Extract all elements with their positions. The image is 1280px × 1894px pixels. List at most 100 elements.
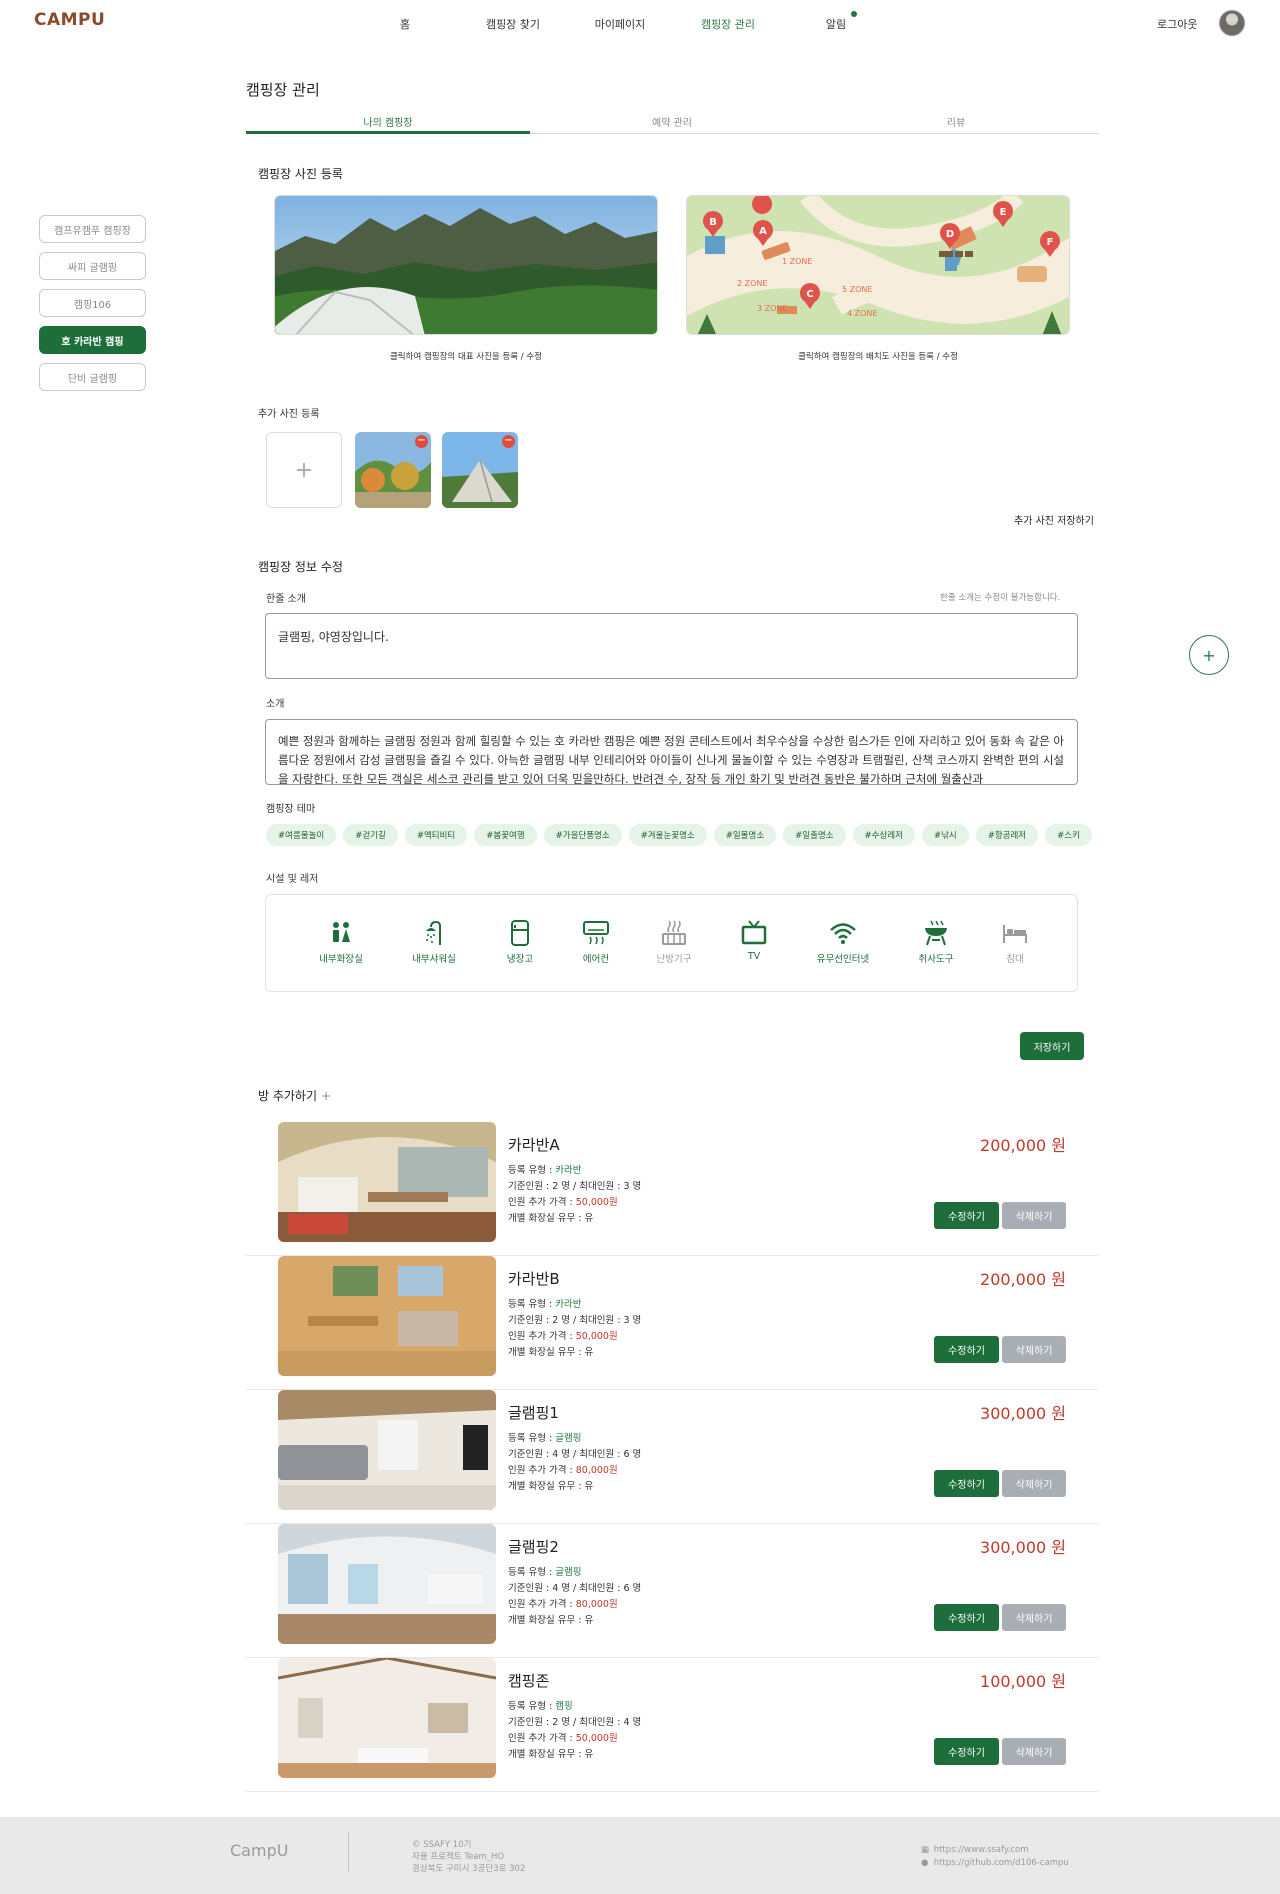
facility-shower[interactable]: 내부샤워실 [394,919,474,965]
facility-aircon[interactable]: 에어컨 [556,919,636,965]
room-photo[interactable] [278,1658,496,1778]
save-info-button[interactable]: 저장하기 [1020,1032,1084,1060]
facility-fridge[interactable]: 냉장고 [480,919,560,965]
room-extra-price-line: 인원 추가 가격 : 50,000원 [508,1331,618,1342]
room-extra-price-line: 인원 추가 가격 : 80,000원 [508,1599,618,1610]
room-capacity-line: 기준인원 : 4 명 / 최대인원 : 6 명 [508,1583,642,1594]
nav-notifications[interactable]: 알림 [826,16,846,32]
oneline-intro-field[interactable]: 글램핑, 야영장입니다. [265,613,1078,679]
nav-camping-manage[interactable]: 캠핑장 관리 [701,16,755,32]
theme-tag[interactable]: #겨울눈꽃명소 [628,824,707,846]
theme-tag[interactable]: #일몰명소 [713,824,777,846]
remove-photo-2-button[interactable]: − [502,435,515,448]
nav-mypage[interactable]: 마이페이지 [595,16,646,32]
theme-tag[interactable]: #걷기길 [343,824,398,846]
facility-tv[interactable]: TV [714,919,794,962]
footer-address: 경상북도 구미시 3공단3로 302 [412,1864,526,1874]
add-room-button[interactable]: 방 추가하기 + [258,1087,331,1104]
theme-tag[interactable]: #액티비티 [404,824,468,846]
room-toilet-line: 개별 화장실 유무 : 유 [508,1347,594,1358]
delete-room-button[interactable]: 삭제하기 [1002,1738,1066,1765]
nav-find-camping[interactable]: 캠핑장 찾기 [486,16,540,32]
caravan-interior-photo [278,1256,496,1376]
facility-heater[interactable]: 난방기구 [634,919,714,965]
map-pin-e: E [1000,207,1007,218]
footer-team: 자율 프로젝트 Team_HO [412,1852,505,1862]
tab-reviews[interactable]: 리뷰 [814,114,1098,129]
map-pin-c: C [806,289,813,300]
map-zone-3-label: 3 ZONE [757,304,787,313]
theme-tag[interactable]: #항공레저 [975,824,1039,846]
sidebar-item-campsite-1[interactable]: 캠프유캠푸 캠핑장 [39,215,146,243]
footer-link-github[interactable]: ● https://github.com/d106-campu [921,1857,1069,1870]
sidebar-item-campsite-3[interactable]: 캠핑106 [39,289,146,317]
footer-logo: CampU [230,1841,289,1860]
room-type-line: 등록 유형 : 카라반 [508,1165,582,1176]
facility-wifi[interactable]: 유무선인터넷 [803,919,883,965]
tab-reservations[interactable]: 예약 관리 [530,114,814,129]
theme-tag[interactable]: #수상레저 [852,824,915,846]
facility-label: 내부샤워실 [412,954,456,965]
notification-dot [851,11,857,17]
footer-info: © SSAFY 10기 자율 프로젝트 Team_HO 경상북도 구미시 3공단… [412,1839,525,1875]
room-photo[interactable] [278,1256,496,1376]
layout-map-upload[interactable]: 1 ZONE 2 ZONE 3 ZONE 4 ZONE 5 ZONE A B C… [686,195,1070,335]
extra-photo-2[interactable]: − [442,432,518,508]
remove-photo-1-button[interactable]: − [415,435,428,448]
theme-tag[interactable]: #가을단풍명소 [543,824,622,846]
add-photo-button[interactable]: + [266,432,342,508]
delete-room-button[interactable]: 삭제하기 [1002,1202,1066,1229]
header: CAMPU 홈 캠핑장 찾기 마이페이지 캠핑장 관리 알림 로그아웃 [0,0,1280,44]
theme-tag[interactable]: #여름물놀이 [266,824,337,846]
delete-room-button[interactable]: 삭제하기 [1002,1604,1066,1631]
main-photo-caption: 클릭하여 캠핑장의 대표 사진을 등록 / 수정 [389,352,543,362]
facility-bed[interactable]: 침대 [975,919,1055,965]
sidebar-item-campsite-5[interactable]: 단비 글램핑 [39,363,146,391]
active-tab-indicator [246,131,530,134]
plus-icon: + [321,1089,332,1103]
room-name: 카라반B [508,1270,560,1288]
footer-links: ▦ https://www.ssafy.com ● https://github… [921,1844,1069,1870]
shower-icon [426,920,441,945]
facility-label: 내부화장실 [319,954,363,965]
layout-map-caption: 클릭하여 캠핑장의 배치도 사진을 등록 / 수정 [798,352,958,362]
theme-tag[interactable]: #스키 [1045,824,1092,846]
description-field[interactable]: 예쁜 정원과 함께하는 글램핑 정원과 함께 힐링할 수 있는 호 카라반 캠핑… [265,719,1078,785]
room-photo[interactable] [278,1524,496,1644]
map-pin-a: A [759,226,767,237]
floating-add-button[interactable]: + [1189,635,1229,675]
edit-room-button[interactable]: 수정하기 [934,1202,999,1229]
edit-room-button[interactable]: 수정하기 [934,1738,999,1765]
edit-room-button[interactable]: 수정하기 [934,1470,999,1497]
photo-section-title: 캠핑장 사진 등록 [258,167,343,181]
sidebar-item-campsite-2[interactable]: 싸피 글램핑 [39,252,146,280]
footer-link-ssafy[interactable]: ▦ https://www.ssafy.com [921,1844,1069,1857]
room-name: 글램핑1 [508,1404,559,1422]
room-price: 300,000 원 [980,1404,1066,1423]
room-capacity-line: 기준인원 : 2 명 / 최대인원 : 4 명 [508,1717,642,1728]
edit-room-button[interactable]: 수정하기 [934,1336,999,1363]
delete-room-button[interactable]: 삭제하기 [1002,1470,1066,1497]
edit-room-button[interactable]: 수정하기 [934,1604,999,1631]
extra-photo-1[interactable]: − [355,432,431,508]
tab-my-campsite[interactable]: 나의 캠핑장 [246,114,530,129]
sidebar-item-campsite-4[interactable]: 호 카라반 캠핑 [39,326,146,354]
theme-tag[interactable]: #봄꽃여행 [474,824,537,846]
room-photo[interactable] [278,1122,496,1242]
main-photo-upload[interactable] [274,195,658,335]
room-card: 글램핑1 등록 유형 : 글램핑 기준인원 : 4 명 / 최대인원 : 6 명… [246,1390,1098,1524]
theme-label: 캠핑장 테마 [266,804,316,815]
aircon-icon [583,921,609,945]
facility-grill[interactable]: 취사도구 [896,919,976,965]
avatar[interactable] [1219,10,1245,36]
room-capacity-line: 기준인원 : 4 명 / 최대인원 : 6 명 [508,1449,642,1460]
room-photo[interactable] [278,1390,496,1510]
nav-home[interactable]: 홈 [400,16,410,32]
logout-link[interactable]: 로그아웃 [1157,16,1197,32]
facility-restroom[interactable]: 내부화장실 [301,919,381,965]
delete-room-button[interactable]: 삭제하기 [1002,1336,1066,1363]
save-extra-photos-button[interactable]: 추가 사진 저장하기 [1014,512,1094,527]
room-toilet-line: 개별 화장실 유무 : 유 [508,1213,594,1224]
theme-tag[interactable]: #낚시 [921,824,969,846]
theme-tag[interactable]: #일출명소 [783,824,846,846]
